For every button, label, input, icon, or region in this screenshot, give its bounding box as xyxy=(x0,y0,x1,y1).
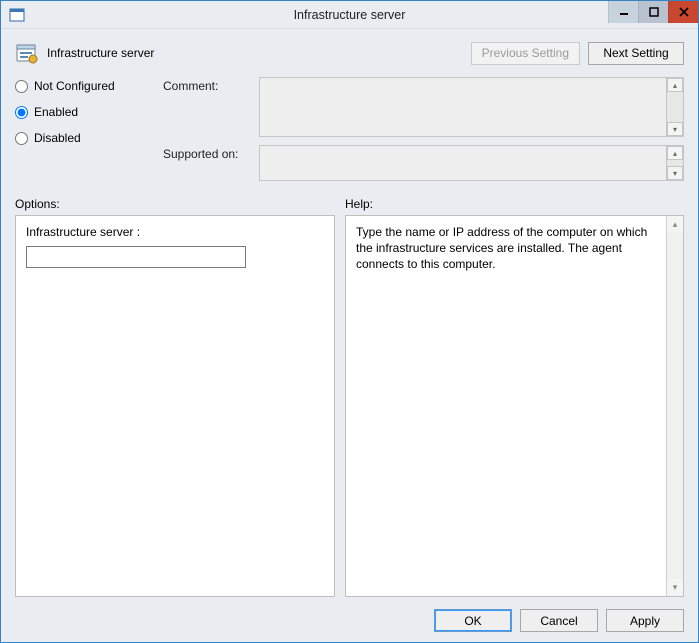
help-text: Type the name or IP address of the compu… xyxy=(356,225,647,271)
comment-field[interactable]: ▴ ▾ xyxy=(259,77,684,137)
policy-state-group: Not Configured Enabled Disabled xyxy=(15,77,145,181)
apply-button[interactable]: Apply xyxy=(606,609,684,632)
ok-button[interactable]: OK xyxy=(434,609,512,632)
radio-enabled[interactable]: Enabled xyxy=(15,105,145,119)
scroll-up-icon[interactable]: ▴ xyxy=(667,146,683,160)
scroll-down-icon[interactable]: ▾ xyxy=(667,579,683,596)
radio-enabled-input[interactable] xyxy=(15,106,28,119)
radio-not-configured-input[interactable] xyxy=(15,80,28,93)
previous-setting-button: Previous Setting xyxy=(471,42,580,65)
close-button[interactable] xyxy=(668,1,698,23)
comment-scrollbar[interactable]: ▴ ▾ xyxy=(666,78,683,136)
options-label: Options: xyxy=(15,197,345,211)
minimize-button[interactable] xyxy=(608,1,638,23)
options-panel: Infrastructure server : xyxy=(15,215,335,597)
policy-icon xyxy=(15,41,39,65)
supported-value xyxy=(260,146,666,180)
supported-scrollbar[interactable]: ▴ ▾ xyxy=(666,146,683,180)
titlebar: Infrastructure server xyxy=(1,1,698,29)
app-icon xyxy=(7,5,27,25)
page-title: Infrastructure server xyxy=(47,46,154,60)
help-panel: Type the name or IP address of the compu… xyxy=(345,215,684,597)
scroll-down-icon[interactable]: ▾ xyxy=(667,122,683,136)
window-title: Infrastructure server xyxy=(1,8,698,22)
comment-value xyxy=(260,78,666,136)
next-setting-button[interactable]: Next Setting xyxy=(588,42,684,65)
help-label: Help: xyxy=(345,197,684,211)
radio-enabled-label: Enabled xyxy=(34,105,78,119)
infrastructure-server-input[interactable] xyxy=(26,246,246,268)
radio-not-configured[interactable]: Not Configured xyxy=(15,79,145,93)
scroll-up-icon[interactable]: ▴ xyxy=(667,216,683,233)
radio-disabled-label: Disabled xyxy=(34,131,81,145)
maximize-button[interactable] xyxy=(638,1,668,23)
supported-field: ▴ ▾ xyxy=(259,145,684,181)
help-scrollbar[interactable]: ▴ ▾ xyxy=(666,216,683,596)
cancel-button[interactable]: Cancel xyxy=(520,609,598,632)
radio-not-configured-label: Not Configured xyxy=(34,79,115,93)
dialog-window: Infrastructure server xyxy=(0,0,699,643)
radio-disabled-input[interactable] xyxy=(15,132,28,145)
scroll-up-icon[interactable]: ▴ xyxy=(667,78,683,92)
radio-disabled[interactable]: Disabled xyxy=(15,131,145,145)
comment-label: Comment: xyxy=(163,77,251,137)
infrastructure-server-field-label: Infrastructure server : xyxy=(26,224,324,240)
scroll-down-icon[interactable]: ▾ xyxy=(667,166,683,180)
supported-label: Supported on: xyxy=(163,145,251,181)
